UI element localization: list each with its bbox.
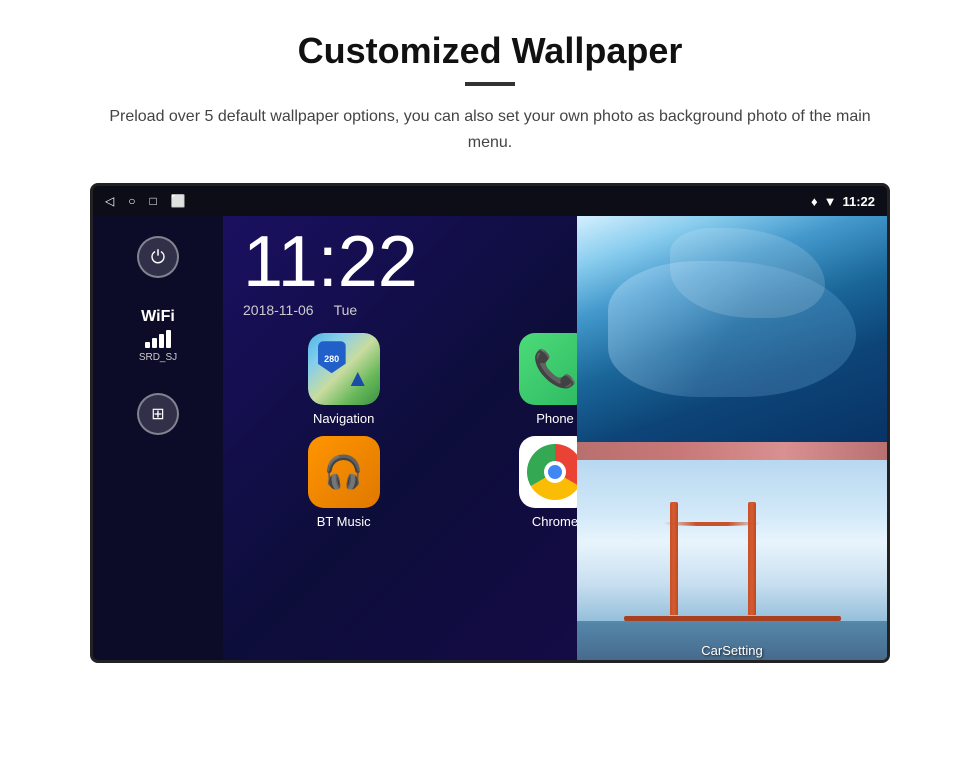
nav-map: 280 ▲ — [308, 333, 380, 405]
day-display: Tue — [334, 302, 358, 318]
wifi-bar-3 — [159, 334, 164, 348]
nav-arrow-icon: ▲ — [346, 365, 370, 393]
page-title: Customized Wallpaper — [60, 30, 920, 72]
wifi-bar-4 — [166, 330, 171, 348]
status-system-icons: ♦ ▼ 11:22 — [811, 194, 875, 209]
nav-shield-badge: 280 — [318, 341, 346, 373]
status-time: 11:22 — [842, 194, 875, 209]
main-content: ⏻ WiFi SRD_SJ — [93, 216, 887, 660]
chrome-label: Chrome — [532, 514, 578, 529]
back-icon[interactable]: ◁ — [105, 194, 114, 208]
wifi-network-name: SRD_SJ — [139, 352, 177, 363]
screenshot-icon[interactable]: ⬜ — [171, 194, 186, 208]
app-item-bt-music[interactable]: 🎧 BT Music — [243, 436, 444, 529]
wifi-widget: WiFi SRD_SJ — [139, 308, 177, 363]
recents-icon[interactable]: □ — [149, 194, 156, 208]
apps-grid-icon: ⊞ — [151, 404, 164, 424]
wifi-label: WiFi — [139, 308, 177, 326]
home-icon[interactable]: ○ — [128, 194, 135, 208]
power-icon: ⏻ — [151, 247, 165, 268]
android-screen: ◁ ○ □ ⬜ ♦ ▼ 11:22 ⏻ — [90, 183, 890, 663]
chrome-inner-circle — [544, 461, 566, 483]
phone-glyph: 📞 — [533, 348, 578, 390]
location-icon: ♦ — [811, 194, 818, 209]
bt-music-label: BT Music — [317, 514, 371, 529]
date-display: 2018-11-06 — [243, 302, 314, 318]
bt-headphone-glyph: 🎧 — [324, 453, 364, 491]
phone-label: Phone — [536, 411, 574, 426]
power-button[interactable]: ⏻ — [137, 236, 179, 278]
bt-music-icon: 🎧 — [308, 436, 380, 508]
apps-button[interactable]: ⊞ — [137, 393, 179, 435]
wallpaper-preview-bottom[interactable]: CarSetting — [577, 460, 887, 663]
left-sidebar: ⏻ WiFi SRD_SJ — [93, 216, 223, 660]
wallpaper-strip-divider — [577, 442, 887, 460]
device-frame: ◁ ○ □ ⬜ ♦ ▼ 11:22 ⏻ — [90, 183, 890, 663]
signal-icon: ▼ — [824, 194, 837, 209]
wallpaper-previews: CarSetting — [577, 216, 887, 663]
page-container: Customized Wallpaper Preload over 5 defa… — [0, 0, 980, 683]
status-nav-icons: ◁ ○ □ ⬜ — [105, 194, 186, 208]
wallpaper-preview-top[interactable] — [577, 216, 887, 442]
wifi-bar-1 — [145, 342, 150, 348]
title-divider — [465, 82, 515, 86]
page-description: Preload over 5 default wallpaper options… — [100, 104, 880, 155]
wifi-bar-2 — [152, 338, 157, 348]
navigation-label: Navigation — [313, 411, 374, 426]
navigation-icon: 280 ▲ — [308, 333, 380, 405]
status-bar: ◁ ○ □ ⬜ ♦ ▼ 11:22 — [93, 186, 887, 216]
carsetting-label: CarSetting — [577, 643, 887, 658]
app-item-navigation[interactable]: 280 ▲ Navigation — [243, 333, 444, 426]
chrome-circle — [527, 444, 583, 500]
wifi-signal-bars — [139, 330, 177, 348]
